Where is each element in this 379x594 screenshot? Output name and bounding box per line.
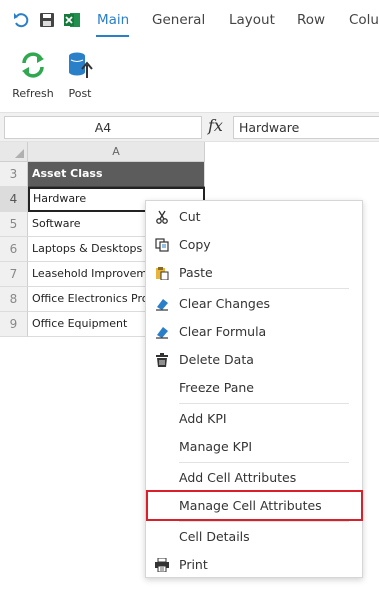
menu-item-label: Cell Details: [179, 529, 250, 544]
formula-bar: A4 fx Hardware: [0, 112, 379, 142]
menu-item-label: Clear Changes: [179, 296, 271, 311]
row-header[interactable]: 9: [0, 312, 28, 337]
tab-layout[interactable]: Layout: [229, 12, 275, 28]
menu-item-cell-details[interactable]: Cell Details: [146, 522, 362, 550]
select-all-corner[interactable]: [0, 142, 28, 162]
table-header-cell[interactable]: Asset Class: [28, 162, 205, 187]
post-button[interactable]: Post: [55, 46, 105, 102]
menu-item-clear-changes[interactable]: Clear Changes: [146, 289, 362, 317]
menu-item-add-cell-attributes[interactable]: Add Cell Attributes: [146, 463, 362, 491]
menu-item-label: Paste: [179, 265, 213, 280]
menu-item-label: Add Cell Attributes: [179, 470, 297, 485]
menu-item-delete-data[interactable]: Delete Data: [146, 345, 362, 373]
menu-item-clear-formula[interactable]: Clear Formula: [146, 317, 362, 345]
column-header-a[interactable]: A: [28, 142, 205, 162]
fx-icon: fx: [208, 116, 223, 135]
eraser-icon: [155, 296, 169, 311]
refresh-icon: [22, 52, 44, 78]
top-toolbar: Main General Layout Row Colu: [0, 0, 379, 42]
menu-item-paste[interactable]: Paste: [146, 258, 362, 286]
menu-item-label: Add KPI: [179, 411, 227, 426]
menu-item-label: Delete Data: [179, 352, 254, 367]
menu-item-label: Freeze Pane: [179, 380, 254, 395]
row-header[interactable]: 3: [0, 162, 28, 187]
undo-icon[interactable]: [12, 11, 30, 29]
tab-general[interactable]: General: [152, 12, 205, 28]
name-box[interactable]: A4: [4, 116, 202, 139]
post-label: Post: [68, 87, 92, 100]
menu-item-label: Copy: [179, 237, 211, 252]
menu-item-add-kpi[interactable]: Add KPI: [146, 404, 362, 432]
row-header[interactable]: 6: [0, 237, 28, 262]
menu-item-label: Clear Formula: [179, 324, 267, 339]
menu-item-cut[interactable]: Cut: [146, 202, 362, 230]
paste-icon: [155, 265, 169, 281]
menu-item-print[interactable]: Print: [146, 550, 362, 578]
printer-icon: [155, 557, 169, 573]
menu-item-copy[interactable]: Copy: [146, 230, 362, 258]
menu-item-label: Print: [179, 557, 208, 572]
excel-icon[interactable]: [63, 11, 81, 29]
ribbon: Refresh Post: [0, 42, 379, 108]
formula-input[interactable]: Hardware: [233, 116, 379, 139]
tab-row[interactable]: Row: [297, 12, 325, 28]
active-tab-indicator: [96, 35, 129, 37]
copy-icon: [155, 237, 169, 252]
scissors-icon: [155, 209, 169, 224]
menu-item-label: Cut: [179, 209, 201, 224]
row-header[interactable]: 4: [0, 187, 28, 212]
menu-item-freeze-pane[interactable]: Freeze Pane: [146, 373, 362, 401]
refresh-button[interactable]: Refresh: [8, 46, 58, 102]
eraser-icon: [155, 324, 169, 339]
row-header[interactable]: 7: [0, 262, 28, 287]
menu-item-manage-kpi[interactable]: Manage KPI: [146, 432, 362, 460]
tab-columns[interactable]: Colu: [349, 12, 379, 28]
database-upload-icon: [69, 52, 93, 78]
highlight-box: [146, 490, 363, 521]
refresh-label: Refresh: [12, 87, 54, 100]
save-icon[interactable]: [38, 11, 56, 29]
trash-icon: [155, 352, 169, 367]
context-menu: Cut Copy Paste Clear Changes Clear Formu…: [145, 200, 363, 578]
tab-main[interactable]: Main: [97, 12, 129, 28]
row-header[interactable]: 5: [0, 212, 28, 237]
row-header[interactable]: 8: [0, 287, 28, 312]
menu-item-label: Manage KPI: [179, 439, 253, 454]
